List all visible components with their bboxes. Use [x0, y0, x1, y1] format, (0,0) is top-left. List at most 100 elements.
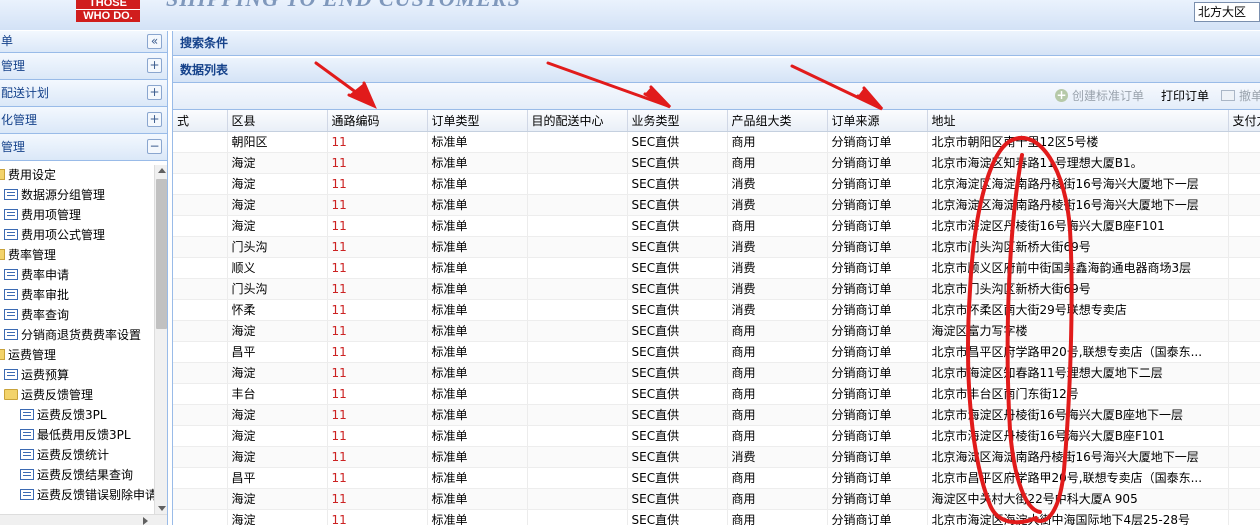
sidebar-horizontal-scrollbar[interactable]: [0, 514, 167, 525]
table-row[interactable]: 海淀 11 标准单 SEC直供 商用 分销商订单 海淀区中关村大街22号中科大厦A 905: [173, 488, 1260, 510]
expand-icon[interactable]: +: [147, 58, 162, 73]
tree-item-label: 费用项管理: [21, 208, 82, 222]
table-cell: 昌平: [227, 467, 328, 489]
tree-item[interactable]: 费用设定: [0, 165, 154, 185]
tree-item[interactable]: 运费管理: [0, 345, 154, 365]
column-header[interactable]: 区县: [227, 110, 328, 132]
scroll-right-icon[interactable]: [143, 517, 148, 525]
tree-item[interactable]: 费率申请: [0, 265, 154, 285]
tree-item-label: 数据源分组管理: [21, 188, 106, 202]
tree-item[interactable]: 运费反馈3PL: [0, 405, 154, 425]
expand-icon[interactable]: +: [147, 85, 162, 100]
table-cell: 标准单: [427, 215, 528, 237]
table-cell: [1228, 362, 1260, 384]
table-row[interactable]: 海淀 11 标准单 SEC直供 消费 分销商订单 北京海淀区海淀南路丹棱街16号海兴大厦地下…: [173, 173, 1260, 195]
table-row[interactable]: 昌平 11 标准单 SEC直供 商用 分销商订单 北京市昌平区府学路甲20号,联想专卖店（国…: [173, 467, 1260, 489]
table-cell: 商用: [727, 467, 828, 489]
scrollbar-thumb[interactable]: [156, 179, 167, 329]
table-row[interactable]: 海淀 11 标准单 SEC直供 商用 分销商订单 北京市海淀区丹棱街16号海兴大厦B座F10…: [173, 215, 1260, 237]
tree-item[interactable]: 运费反馈结果查询: [0, 465, 154, 485]
column-header[interactable]: 产品组大类: [727, 110, 828, 132]
table-cell: 北京市海淀区海淀大街中海国际地下4层25-28号: [927, 509, 1229, 525]
brand-logo: THOSE WHO DO.: [76, 0, 140, 22]
collapse-sidebar-icon[interactable]: «: [147, 34, 162, 49]
tree-item[interactable]: 运费预算: [0, 365, 154, 385]
tree-item[interactable]: 分销商退货费费率设置: [0, 325, 154, 345]
sidebar-section-1[interactable]: 管理 +: [0, 53, 167, 80]
collapse-icon[interactable]: −: [147, 139, 162, 154]
table-row[interactable]: 海淀 11 标准单 SEC直供 商用 分销商订单 海淀区富力写字楼: [173, 320, 1260, 342]
withdraw-order-button[interactable]: 撤单: [1221, 83, 1260, 110]
table-row[interactable]: 门头沟 11 标准单 SEC直供 消费 分销商订单 北京市门头沟区新桥大街69号: [173, 278, 1260, 300]
scroll-up-icon[interactable]: [158, 168, 166, 173]
table-row[interactable]: 怀柔 11 标准单 SEC直供 消费 分销商订单 北京市怀柔区南大街29号联想专卖店: [173, 299, 1260, 321]
table-row[interactable]: 海淀 11 标准单 SEC直供 商用 分销商订单 北京市海淀区知春路11号理想大厦B1。: [173, 152, 1260, 174]
table-cell: 分销商订单: [827, 257, 928, 279]
table-row[interactable]: 海淀 11 标准单 SEC直供 消费 分销商订单 北京海淀区海淀南路丹棱街16号海兴大厦地下…: [173, 446, 1260, 468]
table-cell: [173, 257, 228, 279]
table-row[interactable]: 海淀 11 标准单 SEC直供 消费 分销商订单 北京海淀区海淀南路丹棱街16号海兴大厦地下…: [173, 194, 1260, 216]
print-order-button[interactable]: 打印订单: [1161, 83, 1209, 110]
column-header[interactable]: 式: [173, 110, 228, 132]
scroll-down-icon[interactable]: [158, 506, 166, 511]
column-header[interactable]: 订单类型: [427, 110, 528, 132]
region-select[interactable]: 北方大区: [1194, 2, 1260, 22]
sidebar-vertical-scrollbar[interactable]: [154, 165, 167, 514]
table-row[interactable]: 门头沟 11 标准单 SEC直供 消费 分销商订单 北京市门头沟区新桥大街69号: [173, 236, 1260, 258]
column-header[interactable]: 订单来源: [827, 110, 928, 132]
table-row[interactable]: 海淀 11 标准单 SEC直供 商用 分销商订单 北京市海淀区海淀大街中海国际地下4层25-…: [173, 509, 1260, 525]
tree-item[interactable]: 费率查询: [0, 305, 154, 325]
tree-item[interactable]: 费率审批: [0, 285, 154, 305]
table-cell: [173, 341, 228, 363]
table-cell: 11: [327, 341, 428, 363]
table-cell: 分销商订单: [827, 215, 928, 237]
tree-item[interactable]: 数据源分组管理: [0, 185, 154, 205]
table-cell: [527, 488, 628, 510]
table-cell: SEC直供: [627, 488, 728, 510]
tree-item[interactable]: 运费反馈错误剔除申请: [0, 485, 154, 505]
sidebar-section-2[interactable]: 配送计划 +: [0, 80, 167, 107]
column-header[interactable]: 通路编码: [327, 110, 428, 132]
tree-item[interactable]: 运费反馈统计: [0, 445, 154, 465]
table-cell: 海淀: [227, 194, 328, 216]
document-icon: [4, 229, 18, 240]
create-order-button[interactable]: + 创建标准订单: [1055, 83, 1144, 110]
column-header[interactable]: 业务类型: [627, 110, 728, 132]
sidebar-section-3[interactable]: 化管理 +: [0, 107, 167, 134]
tree-item[interactable]: 费用项公式管理: [0, 225, 154, 245]
tree-item[interactable]: 费用项管理: [0, 205, 154, 225]
sidebar-section-4[interactable]: 管理 −: [0, 134, 167, 161]
search-panel-header[interactable]: 搜索条件: [173, 31, 1260, 56]
table-row[interactable]: 海淀 11 标准单 SEC直供 商用 分销商订单 北京市海淀区知春路11号理想大厦地下二层: [173, 362, 1260, 384]
column-header[interactable]: 目的配送中心: [527, 110, 628, 132]
column-header[interactable]: 支付方: [1228, 110, 1260, 132]
table-cell: 标准单: [427, 278, 528, 300]
table-cell: [173, 278, 228, 300]
table-row[interactable]: 顺义 11 标准单 SEC直供 消费 分销商订单 北京市顺义区府前中街国美鑫海韵通电器商场3…: [173, 257, 1260, 279]
table-row[interactable]: 朝阳区 11 标准单 SEC直供 商用 分销商订单 北京市朝阳区南十里12区5号楼: [173, 131, 1260, 153]
table-cell: 11: [327, 215, 428, 237]
table-cell: 北京市昌平区府学路甲20号,联想专卖店（国泰东...: [927, 341, 1229, 363]
table-row[interactable]: 昌平 11 标准单 SEC直供 商用 分销商订单 北京市昌平区府学路甲20号,联想专卖店（国…: [173, 341, 1260, 363]
table-row[interactable]: 海淀 11 标准单 SEC直供 商用 分销商订单 北京市海淀区丹棱街16号海兴大厦B座F10…: [173, 425, 1260, 447]
table-row[interactable]: 海淀 11 标准单 SEC直供 商用 分销商订单 北京市海淀区丹棱街16号海兴大厦B座地下一…: [173, 404, 1260, 426]
expand-icon[interactable]: +: [147, 112, 162, 127]
table-cell: 商用: [727, 488, 828, 510]
table-cell: [527, 320, 628, 342]
tree-item[interactable]: 最低费用反馈3PL: [0, 425, 154, 445]
document-icon: [20, 429, 34, 440]
column-header[interactable]: 地址: [927, 110, 1229, 132]
table-cell: SEC直供: [627, 173, 728, 195]
table-cell: 海淀: [227, 320, 328, 342]
table-cell: 商用: [727, 341, 828, 363]
tree-item[interactable]: 费率管理: [0, 245, 154, 265]
table-cell: 商用: [727, 152, 828, 174]
table-cell: [527, 383, 628, 405]
table-cell: 分销商订单: [827, 194, 928, 216]
search-panel-title: 搜索条件: [180, 36, 229, 50]
table-row[interactable]: 丰台 11 标准单 SEC直供 商用 分销商订单 北京市丰台区南门东街12号: [173, 383, 1260, 405]
tree-item[interactable]: 运费反馈管理: [0, 385, 154, 405]
table-cell: 11: [327, 488, 428, 510]
table-cell: 分销商订单: [827, 278, 928, 300]
list-panel-header[interactable]: 数据列表: [173, 58, 1260, 83]
